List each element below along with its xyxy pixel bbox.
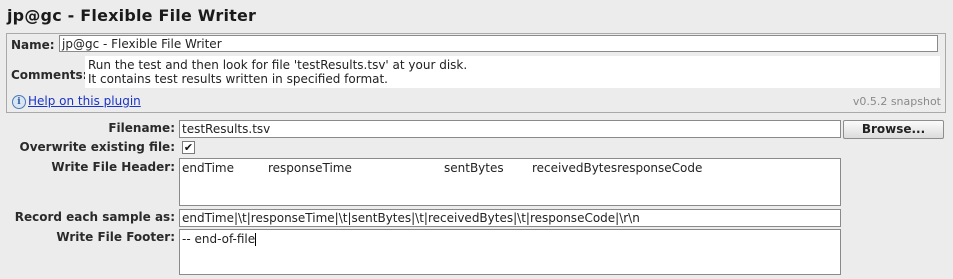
version-label: v0.5.2 snapshot (852, 95, 941, 108)
header-field[interactable]: endTime responseTime sentBytes receivedB… (179, 158, 841, 206)
browse-button[interactable]: Browse... (843, 120, 944, 139)
record-field[interactable]: endTime|\t|responseTime|\t|sentBytes|\t|… (179, 209, 841, 227)
filename-field[interactable]: testResults.tsv (179, 120, 841, 138)
overwrite-checkbox[interactable]: ✔ (182, 141, 195, 154)
overwrite-label: Overwrite existing file: (19, 140, 176, 154)
help-link[interactable]: Help on this plugin (28, 94, 141, 108)
header-column: responseTime (268, 161, 352, 175)
comments-line-1: Run the test and then look for file 'tes… (88, 58, 468, 72)
name-field[interactable]: jp@gc - Flexible File Writer (59, 35, 938, 52)
comments-field[interactable]: Run the test and then look for file 'tes… (85, 56, 940, 88)
header-column: receivedBytesresponseCode (532, 161, 703, 175)
window-title: jp@gc - Flexible File Writer (7, 6, 257, 25)
name-label: Name: (11, 38, 55, 52)
comments-label: Comments: (11, 68, 88, 82)
header-column: sentBytes (444, 161, 504, 175)
info-icon: i (12, 95, 26, 109)
header-label: Write File Header: (51, 160, 175, 174)
text-caret (255, 233, 257, 246)
name-comments-panel: Name: jp@gc - Flexible File Writer Comme… (6, 33, 946, 113)
footer-label: Write File Footer: (56, 230, 175, 244)
comments-line-2: It contains test results written in spec… (88, 72, 388, 86)
record-label: Record each sample as: (14, 210, 175, 224)
footer-field[interactable]: -- end-of-file (179, 229, 841, 275)
filename-label: Filename: (108, 121, 175, 135)
header-column: endTime (182, 161, 234, 175)
footer-text: -- end-of-file (182, 232, 256, 246)
